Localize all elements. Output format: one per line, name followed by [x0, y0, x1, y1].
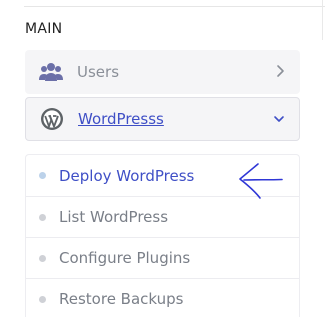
annotation-arrow-icon: [239, 163, 283, 199]
submenu-item-list-wordpress[interactable]: List WordPress: [26, 196, 299, 237]
bullet-dot-icon: [39, 254, 46, 262]
users-icon: [39, 60, 63, 84]
submenu-item-restore-backups[interactable]: Restore Backups: [26, 278, 299, 317]
bullet-dot-icon: [39, 172, 46, 179]
submenu-item-label: Deploy WordPress: [59, 166, 195, 185]
sidebar-item-wordpress-label: WordPresss: [78, 110, 164, 128]
wordpress-icon: [40, 107, 64, 131]
bullet-dot-icon: [39, 213, 46, 221]
sidebar-panel: MAIN Users WordPresss Deploy WordPress L…: [0, 0, 325, 317]
top-divider: [24, 6, 325, 7]
sidebar-item-wordpress[interactable]: WordPresss: [25, 97, 300, 141]
submenu-item-label: Restore Backups: [59, 290, 184, 308]
submenu-item-label: List WordPress: [59, 208, 169, 226]
section-heading-main: MAIN: [25, 21, 63, 37]
right-divider: [322, 0, 323, 40]
bullet-dot-icon: [39, 295, 46, 303]
submenu-item-configure-plugins[interactable]: Configure Plugins: [26, 237, 299, 278]
chevron-down-icon: [274, 116, 284, 122]
chevron-right-icon: [277, 65, 284, 77]
sidebar-item-users-label: Users: [77, 63, 120, 81]
sidebar-item-users[interactable]: Users: [25, 50, 300, 94]
submenu-item-label: Configure Plugins: [59, 249, 191, 267]
